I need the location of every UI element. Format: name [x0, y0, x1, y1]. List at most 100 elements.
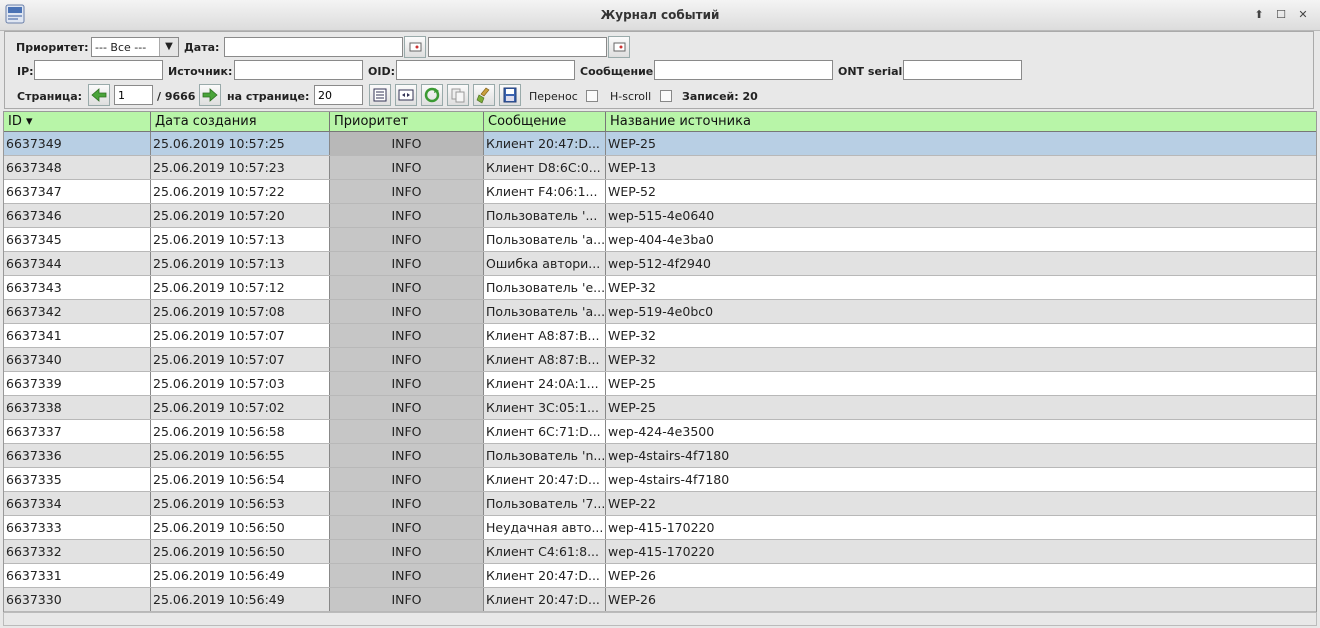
cell-message: Клиент C4:61:8... [484, 540, 606, 563]
priority-label: Приоритет: [16, 41, 89, 54]
oid-input[interactable] [396, 60, 575, 80]
cell-priority: INFO [330, 132, 484, 155]
table-row[interactable]: 6637336 25.06.2019 10:56:55 INFO Пользовате… [4, 444, 1316, 468]
column-header-message[interactable]: Сообщение [484, 112, 606, 131]
cell-source: WEP-25 [608, 376, 656, 391]
ip-label: IP: [17, 65, 34, 78]
date-label: Дата: [184, 41, 220, 54]
fit-width-icon [398, 89, 414, 101]
ip-input[interactable] [34, 60, 163, 80]
wrap-label: Перенос [529, 90, 578, 103]
cell-id: 6637344 [4, 252, 151, 275]
table-row[interactable]: 6637343 25.06.2019 10:57:12 INFO Пользовате… [4, 276, 1316, 300]
cell-message: Клиент 20:47:D... [484, 588, 606, 611]
cell-priority: INFO [330, 348, 484, 371]
table-row-selected[interactable]: 6637349 25.06.2019 10:57:25 INFO Клиент 20:… [4, 132, 1316, 156]
cell-priority: INFO [330, 228, 484, 251]
clear-filter-button[interactable] [473, 84, 495, 106]
cell-priority: INFO [330, 516, 484, 539]
hscroll-checkbox[interactable] [660, 90, 672, 102]
cell-id: 6637332 [4, 540, 151, 563]
horizontal-scrollbar[interactable] [3, 612, 1317, 626]
table-row[interactable]: 6637344 25.06.2019 10:57:13 INFO Ошибка авт… [4, 252, 1316, 276]
date-from-calendar-button[interactable] [404, 36, 426, 58]
message-label: Сообщение [580, 65, 654, 78]
cell-message: Клиент A8:87:B... [484, 324, 606, 347]
message-input[interactable] [654, 60, 833, 80]
table-row[interactable]: 6637347 25.06.2019 10:57:22 INFO Клиент F4:… [4, 180, 1316, 204]
table-row[interactable]: 6637345 25.06.2019 10:57:13 INFO Пользовате… [4, 228, 1316, 252]
cell-id: 6637349 [4, 132, 151, 155]
column-header-id[interactable]: ID ▾ [4, 112, 151, 131]
table-row[interactable]: 6637338 25.06.2019 10:57:02 INFO Клиент 3C:… [4, 396, 1316, 420]
cell-message: Ошибка автори... [484, 252, 606, 275]
table-row[interactable]: 6637331 25.06.2019 10:56:49 INFO Клиент 20:… [4, 564, 1316, 588]
hscroll-label: H-scroll [610, 90, 652, 103]
cell-message: Клиент 6C:71:D... [484, 420, 606, 443]
next-page-button[interactable] [199, 84, 221, 106]
table-row[interactable]: 6637334 25.06.2019 10:56:53 INFO Пользовате… [4, 492, 1316, 516]
table-row[interactable]: 6637335 25.06.2019 10:56:54 INFO Клиент 20:… [4, 468, 1316, 492]
cell-message: Клиент 20:47:D... [484, 468, 606, 491]
cell-id: 6637338 [4, 396, 151, 419]
cell-priority: INFO [330, 300, 484, 323]
cell-date: 25.06.2019 10:56:55 [151, 444, 330, 467]
fit-columns-button[interactable] [395, 84, 417, 106]
cell-priority: INFO [330, 204, 484, 227]
cell-source: wep-515-4e0640 [608, 208, 715, 223]
cell-date: 25.06.2019 10:57:12 [151, 276, 330, 299]
table-row[interactable]: 6637339 25.06.2019 10:57:03 INFO Клиент 24:… [4, 372, 1316, 396]
cell-source: WEP-32 [608, 352, 656, 367]
cell-priority: INFO [330, 252, 484, 275]
table-row[interactable]: 6637342 25.06.2019 10:57:08 INFO Пользовате… [4, 300, 1316, 324]
cell-source: WEP-32 [608, 280, 656, 295]
window-maximize-icon[interactable]: ☐ [1272, 7, 1290, 23]
cell-message: Пользователь 'n... [484, 444, 606, 467]
cell-message: Клиент F4:06:1... [484, 180, 606, 203]
date-from-input[interactable] [224, 37, 403, 57]
prev-page-button[interactable] [88, 84, 110, 106]
window-close-icon[interactable]: ✕ [1294, 7, 1312, 23]
column-header-date[interactable]: Дата создания [151, 112, 330, 131]
oid-label: OID: [368, 65, 395, 78]
ont-serial-input[interactable] [903, 60, 1022, 80]
table-row[interactable]: 6637332 25.06.2019 10:56:50 INFO Клиент C4:… [4, 540, 1316, 564]
table-row[interactable]: 6637337 25.06.2019 10:56:58 INFO Клиент 6C:… [4, 420, 1316, 444]
cell-source: wep-415-170220 [608, 520, 715, 535]
per-page-label: на странице: [227, 90, 310, 103]
cell-priority: INFO [330, 468, 484, 491]
save-icon [503, 87, 517, 103]
priority-select[interactable]: --- Все --- ▼ [91, 37, 179, 57]
per-page-input[interactable] [314, 85, 363, 105]
cell-source: WEP-32 [608, 328, 656, 343]
column-header-source[interactable]: Название источника [606, 112, 1316, 131]
table-row[interactable]: 6637348 25.06.2019 10:57:23 INFO Клиент D8:… [4, 156, 1316, 180]
table-row[interactable]: 6637330 25.06.2019 10:56:49 INFO Клиент 20:… [4, 588, 1316, 612]
table-row[interactable]: 6637346 25.06.2019 10:57:20 INFO Пользовате… [4, 204, 1316, 228]
window-title: Журнал событий [600, 8, 720, 22]
cell-source: wep-4stairs-4f7180 [608, 448, 730, 463]
date-to-calendar-button[interactable] [608, 36, 630, 58]
cell-priority: INFO [330, 420, 484, 443]
column-header-priority[interactable]: Приоритет [330, 112, 484, 131]
table-row[interactable]: 6637341 25.06.2019 10:57:07 INFO Клиент A8:… [4, 324, 1316, 348]
cell-date: 25.06.2019 10:56:53 [151, 492, 330, 515]
refresh-button[interactable] [421, 84, 443, 106]
date-to-input[interactable] [428, 37, 607, 57]
cell-source: WEP-26 [608, 592, 656, 607]
refresh-icon [424, 87, 440, 103]
list-icon [373, 88, 387, 102]
page-input[interactable] [114, 85, 153, 105]
table-row[interactable]: 6637333 25.06.2019 10:56:50 INFO Неудачная … [4, 516, 1316, 540]
cell-message: Пользователь '7... [484, 492, 606, 515]
copy-button[interactable] [447, 84, 469, 106]
source-input[interactable] [234, 60, 363, 80]
save-button[interactable] [499, 84, 521, 106]
wrap-checkbox[interactable] [586, 90, 598, 102]
cell-id: 6637342 [4, 300, 151, 323]
window-up-icon[interactable]: ⬆ [1250, 7, 1268, 23]
cell-date: 25.06.2019 10:57:13 [151, 228, 330, 251]
columns-button[interactable] [369, 84, 391, 106]
chevron-down-icon[interactable]: ▼ [159, 38, 178, 56]
table-row[interactable]: 6637340 25.06.2019 10:57:07 INFO Клиент A8:… [4, 348, 1316, 372]
